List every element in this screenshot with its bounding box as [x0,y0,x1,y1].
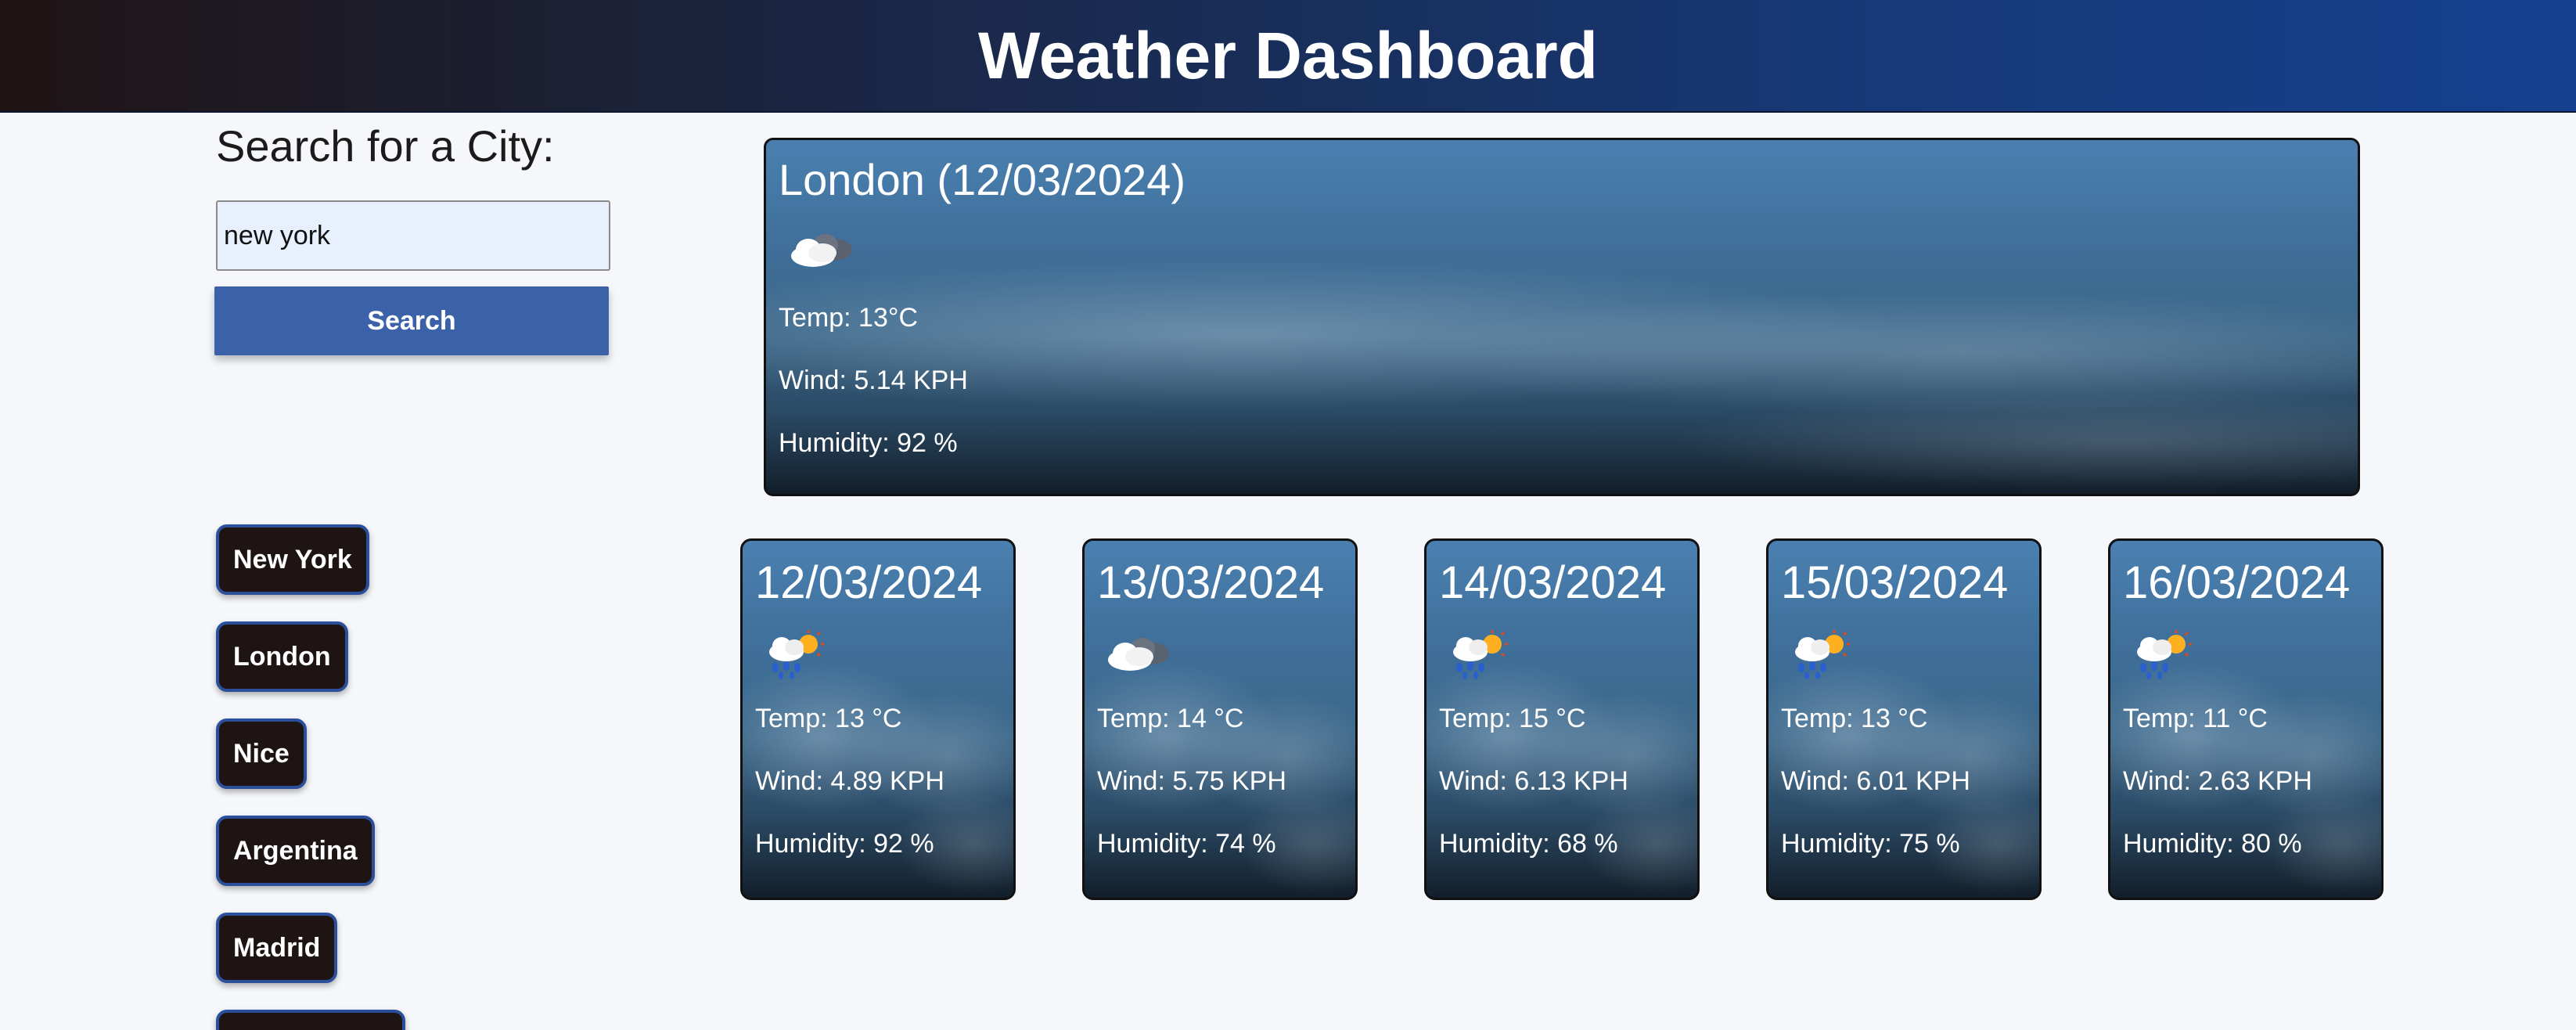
forecast-humidity: Humidity: 92 % [755,829,934,859]
forecast-date: 12/03/2024 [755,557,983,608]
history-button-nice[interactable]: Nice [216,718,307,789]
rain-sun-icon [760,627,832,682]
forecast-date: 14/03/2024 [1439,557,1667,608]
forecast-card: 14/03/2024 Temp: 15 °C Wind: 6.13 KPH Hu… [1424,538,1700,900]
history-button-new-york[interactable]: New York [216,524,369,595]
current-weather-card: London (12/03/2024) Temp: 13°C Wind: 5.1… [764,138,2360,496]
forecast-date: 16/03/2024 [2123,557,2351,608]
forecast-wind: Wind: 6.13 KPH [1439,766,1628,796]
forecast-humidity: Humidity: 75 % [1781,829,1960,859]
search-button[interactable]: Search [214,286,609,355]
history-button-madrid[interactable]: Madrid [216,913,338,983]
forecast-card: 16/03/2024 Temp: 11 °C Wind: 2.63 KPH Hu… [2108,538,2384,900]
forecast-humidity: Humidity: 74 % [1097,829,1276,859]
forecast-card: 12/03/2024 Temp: 13 °C Wind: 4.89 KPH Hu… [740,538,1016,900]
forecast-date: 13/03/2024 [1097,557,1325,608]
forecast-card: 15/03/2024 Temp: 13 °C Wind: 6.01 KPH Hu… [1766,538,2042,900]
forecast-temp: Temp: 13 °C [755,704,902,733]
history-button-argentina[interactable]: Argentina [216,816,375,886]
app-header: Weather Dashboard [0,0,2576,113]
forecast-wind: Wind: 5.75 KPH [1097,766,1286,796]
history-button-london[interactable]: London [216,621,348,692]
forecast-card: 13/03/2024 Temp: 14 °C Wind: 5.75 KPH Hu… [1082,538,1358,900]
current-wind: Wind: 5.14 KPH [779,366,968,395]
forecast-wind: Wind: 4.89 KPH [755,766,944,796]
forecast-date: 15/03/2024 [1781,557,2009,608]
forecast-humidity: Humidity: 68 % [1439,829,1618,859]
forecast-temp: Temp: 15 °C [1439,704,1586,733]
page-title: Weather Dashboard [978,18,1598,92]
rain-sun-icon [1786,627,1858,682]
history-button-birmingham[interactable]: Birmingham [216,1010,406,1030]
city-search-input[interactable] [216,200,610,271]
cloudy-icon [786,226,857,273]
current-humidity: Humidity: 92 % [779,428,958,458]
cloudy-icon [1102,627,1174,682]
current-city-heading: London (12/03/2024) [779,155,1185,204]
forecast-temp: Temp: 11 °C [2123,704,2268,733]
rain-sun-icon [2128,627,2200,682]
rain-sun-icon [1444,627,1516,682]
search-heading: Search for a City: [216,121,555,171]
forecast-temp: Temp: 13 °C [1781,704,1928,733]
current-temp: Temp: 13°C [779,303,919,333]
forecast-temp: Temp: 14 °C [1097,704,1244,733]
forecast-wind: Wind: 6.01 KPH [1781,766,1970,796]
forecast-humidity: Humidity: 80 % [2123,829,2302,859]
forecast-wind: Wind: 2.63 KPH [2123,766,2312,796]
